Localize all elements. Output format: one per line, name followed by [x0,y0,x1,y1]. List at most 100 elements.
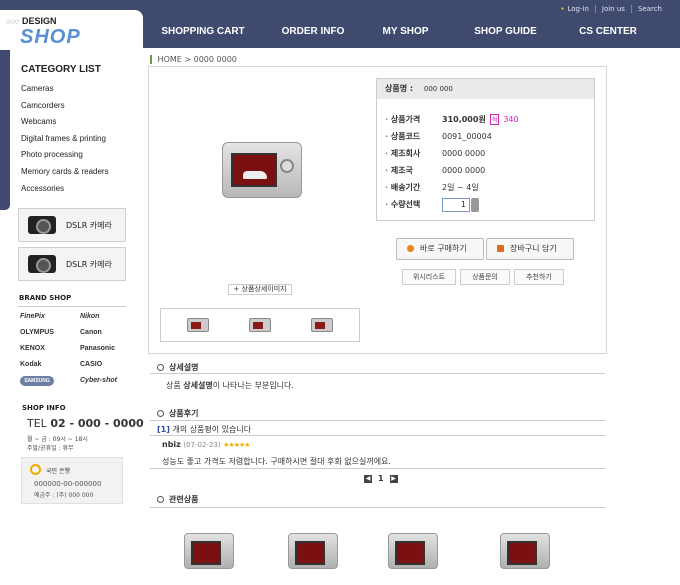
detail-image-button[interactable]: + 상품상세이미지 [228,284,292,295]
detail-divider [150,373,605,374]
site-logo[interactable]: ○○○ DESIGN SHOP [0,10,143,50]
next-page-icon[interactable]: ▶ [389,474,398,483]
nav-cs-center[interactable]: CS CENTER [563,24,653,48]
tel-label: TEL [27,417,47,430]
quantity-stepper-icon[interactable] [471,197,479,212]
category-item[interactable]: Accessories [21,184,109,201]
nav-shop-guide[interactable]: SHOP GUIDE [448,24,563,48]
brand-cybershot[interactable]: Cyber-shot [80,376,128,386]
breadcrumb: HOME > 0000 0000 [150,55,237,64]
recommend-button[interactable]: 추천하기 [514,269,564,285]
buy-now-label: 바로 구매하기 [420,244,467,253]
related-product-image[interactable] [388,533,438,569]
brand-nikon[interactable]: Nikon [80,312,128,322]
country-row: 제조국 0000 0000 [385,162,519,179]
arrow-icon [407,245,414,252]
brand-canon[interactable]: Canon [80,328,128,338]
review-count: [1] 개의 상품평이 있습니다 [157,424,251,435]
related-product-image[interactable] [500,533,550,569]
code-label: 상품코드 [385,131,442,142]
related-product-image[interactable] [184,533,234,569]
main-nav: SHOPPING CART ORDER INFO MY SHOP SHOP GU… [143,24,680,48]
bank-owner: 예금주 : (주) 000 000 [34,492,94,499]
thumbnail-strip [160,308,360,342]
maker-label: 제조회사 [385,148,442,159]
delivery-label: 배송기간 [385,182,442,193]
logo-shop-text: SHOP [20,26,81,48]
login-link[interactable]: Log-in [554,5,595,13]
brand-olympus[interactable]: OLYMPUS [20,328,80,338]
brand-kenox[interactable]: KENOX [20,344,80,354]
product-thumbnail[interactable] [187,318,209,332]
delivery-value: 2일 ~ 4일 [442,183,479,192]
sidebar-accent-bar [0,50,10,210]
reviewer-name: nbiz [162,440,181,449]
quantity-label: 수량선택 [385,199,442,210]
wishlist-button[interactable]: 위시리스트 [402,269,456,285]
review-count-text: 개의 상품평이 있습니다 [172,425,252,434]
dslr-banner-2[interactable]: DSLR 카메라 [18,247,126,281]
detail-text: 상품 상세설명이 나타나는 부분입니다. [166,380,294,391]
brand-finepix[interactable]: FinePix [20,312,80,322]
banner-label: DSLR 카메라 [66,220,112,230]
detail-text-bold: 상세설명 [183,381,213,390]
review-body: 성능도 좋고 가격도 저렴합니다. 구매하시면 절대 후회 없으실꺼에요. [162,457,391,466]
bank-name: 국민 은행 [46,468,70,475]
related-product-image[interactable] [288,533,338,569]
nav-shopping-cart[interactable]: SHOPPING CART [143,24,263,48]
category-item[interactable]: Digital frames & printing [21,134,109,151]
breadcrumb-marker [150,55,152,64]
page-current[interactable]: 1 [378,474,384,483]
nav-order-info[interactable]: ORDER INFO [263,24,363,48]
search-link[interactable]: Search [630,5,668,13]
hours-weekday: 월 ~ 금 : 09시 ~ 18시 [27,436,88,443]
breadcrumb-current: 0000 0000 [193,55,237,64]
category-item[interactable]: Photo processing [21,150,109,167]
brand-samsung[interactable]: SAMSUNG [20,376,54,386]
product-thumbnail[interactable] [249,318,271,332]
maker-value: 0000 0000 [442,149,486,158]
buy-now-button[interactable]: 바로 구매하기 [396,238,484,260]
add-cart-label: 장바구니 담기 [510,244,557,253]
country-label: 제조국 [385,165,442,176]
category-item[interactable]: Memory cards & readers [21,167,109,184]
camera-screen [231,153,277,187]
brand-shop-title: BRAND SHOP [19,294,72,302]
category-title: CATEGORY LIST [21,64,101,75]
logo-design-text: DESIGN [22,16,57,26]
quantity-row: 수량선택 1 [385,196,519,213]
breadcrumb-home[interactable]: HOME [158,55,182,64]
point-badge-icon: 적 [489,114,500,125]
category-item[interactable]: Camcorders [21,101,109,118]
review-count-prefix: [1] [157,425,170,434]
breadcrumb-separator: > [184,55,192,64]
shop-info-title: SHOP INFO [22,404,66,412]
prev-page-icon[interactable]: ◀ [364,474,372,483]
nav-my-shop[interactable]: MY SHOP [363,24,448,48]
add-cart-button[interactable]: 장바구니 담기 [486,238,574,260]
inquiry-button[interactable]: 상품문의 [460,269,510,285]
detail-image-label: 상품상세이미지 [241,285,287,293]
category-item[interactable]: Webcams [21,117,109,134]
brand-panasonic[interactable]: Panasonic [80,344,128,354]
dslr-banner-1[interactable]: DSLR 카메라 [18,208,126,242]
product-main-image[interactable] [222,142,302,198]
brand-casio[interactable]: CASIO [80,360,128,370]
product-thumbnail[interactable] [311,318,333,332]
category-item[interactable]: Cameras [21,84,109,101]
bank-icon [30,464,41,475]
review-meta: nbiz (07-02-23) ★★★★★ [162,440,251,449]
code-row: 상품코드 0091_00004 [385,128,519,145]
review-body-divider [150,468,605,469]
top-links: Log-in Join us Search [554,5,668,13]
detail-text-pre: 상품 [166,381,184,390]
category-list: Cameras Camcorders Webcams Digital frame… [21,84,109,200]
tel-number: 02 - 000 - 0000 [50,417,144,430]
quantity-input[interactable]: 1 [442,197,470,212]
join-link[interactable]: Join us [594,5,631,13]
brand-divider [18,306,126,307]
price-value: 310,000원 [442,115,486,124]
brand-kodak[interactable]: Kodak [20,360,80,370]
review-divider [150,420,605,421]
product-info-rows: 상품가격 310,000원 적 340 상품코드 0091_00004 제조회사… [385,111,519,213]
